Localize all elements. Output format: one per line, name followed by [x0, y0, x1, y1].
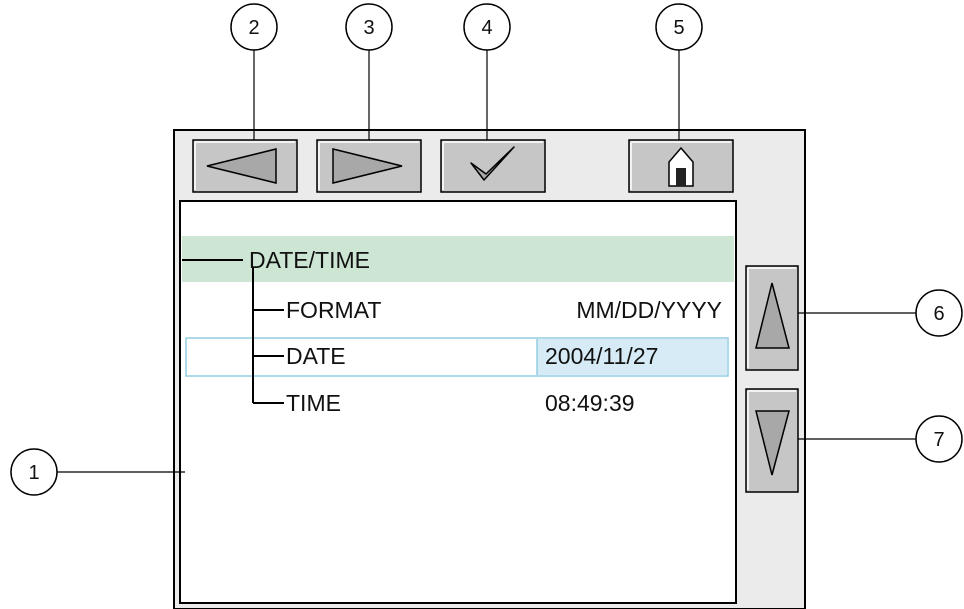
- callout-2: 2: [230, 3, 278, 51]
- menu-title: DATE/TIME: [249, 247, 370, 273]
- time-value: 08:49:39: [545, 390, 635, 416]
- callout-1: 1: [10, 448, 58, 496]
- scroll-up-button[interactable]: [745, 265, 799, 371]
- svg-text:7: 7: [933, 429, 944, 451]
- format-value: MM/DD/YYYY: [576, 297, 722, 323]
- callout-3: 3: [345, 3, 393, 51]
- svg-text:6: 6: [933, 303, 944, 325]
- home-button[interactable]: [628, 139, 734, 193]
- callout-4: 4: [463, 3, 511, 51]
- scroll-down-button[interactable]: [745, 388, 799, 493]
- forward-button[interactable]: [316, 139, 422, 193]
- callout-5: 5: [655, 3, 703, 51]
- svg-text:2: 2: [248, 17, 259, 39]
- back-button[interactable]: [192, 139, 298, 193]
- svg-text:4: 4: [481, 17, 492, 39]
- svg-text:3: 3: [363, 17, 374, 39]
- date-value: 2004/11/27: [545, 343, 658, 369]
- confirm-button[interactable]: [440, 139, 546, 193]
- format-label: FORMAT: [286, 297, 381, 323]
- callout-7: 7: [915, 415, 963, 463]
- time-label: TIME: [286, 390, 341, 416]
- callout-6: 6: [915, 289, 963, 337]
- date-label: DATE: [286, 343, 346, 369]
- device-diagram: DATE/TIME FORMAT MM/DD/YYYY DATE 2004/11…: [10, 3, 963, 609]
- svg-text:5: 5: [673, 17, 684, 39]
- svg-text:1: 1: [28, 462, 39, 484]
